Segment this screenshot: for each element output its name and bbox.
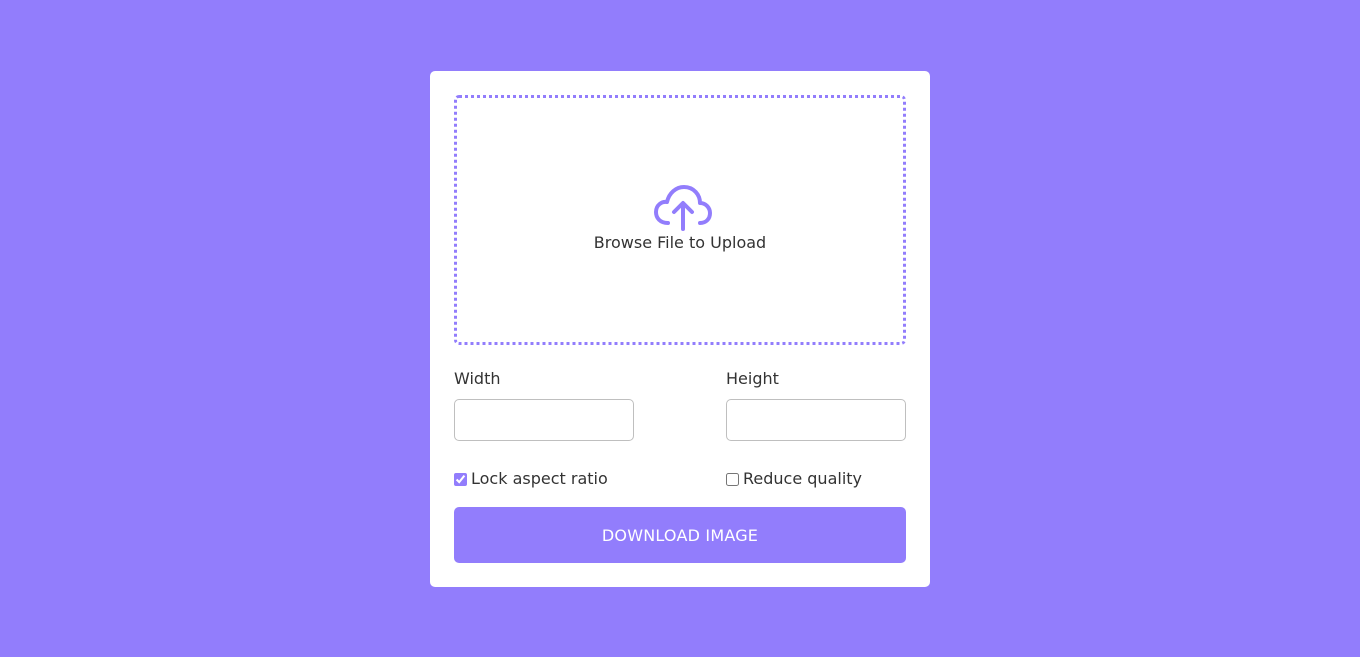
width-field-group: Width — [454, 369, 634, 441]
height-label: Height — [726, 369, 779, 388]
lock-aspect-label[interactable]: Lock aspect ratio — [471, 469, 608, 489]
upload-dropzone[interactable]: Browse File to Upload — [454, 95, 906, 345]
reduce-quality-checkbox[interactable] — [726, 472, 739, 486]
reduce-quality-option: Reduce quality — [726, 469, 862, 489]
upload-label: Browse File to Upload — [593, 233, 767, 252]
lock-aspect-option: Lock aspect ratio — [454, 469, 608, 489]
height-field-group: Height — [726, 369, 906, 441]
width-input[interactable] — [454, 399, 634, 441]
height-input[interactable] — [726, 399, 906, 441]
download-image-button[interactable]: DOWNLOAD IMAGE — [454, 507, 906, 563]
reduce-quality-label[interactable]: Reduce quality — [743, 469, 862, 489]
lock-aspect-checkbox[interactable] — [454, 472, 467, 486]
resizer-card: Browse File to Upload Width Height Lock … — [430, 71, 930, 587]
width-label: Width — [454, 369, 501, 388]
cloud-upload-icon — [654, 185, 712, 231]
